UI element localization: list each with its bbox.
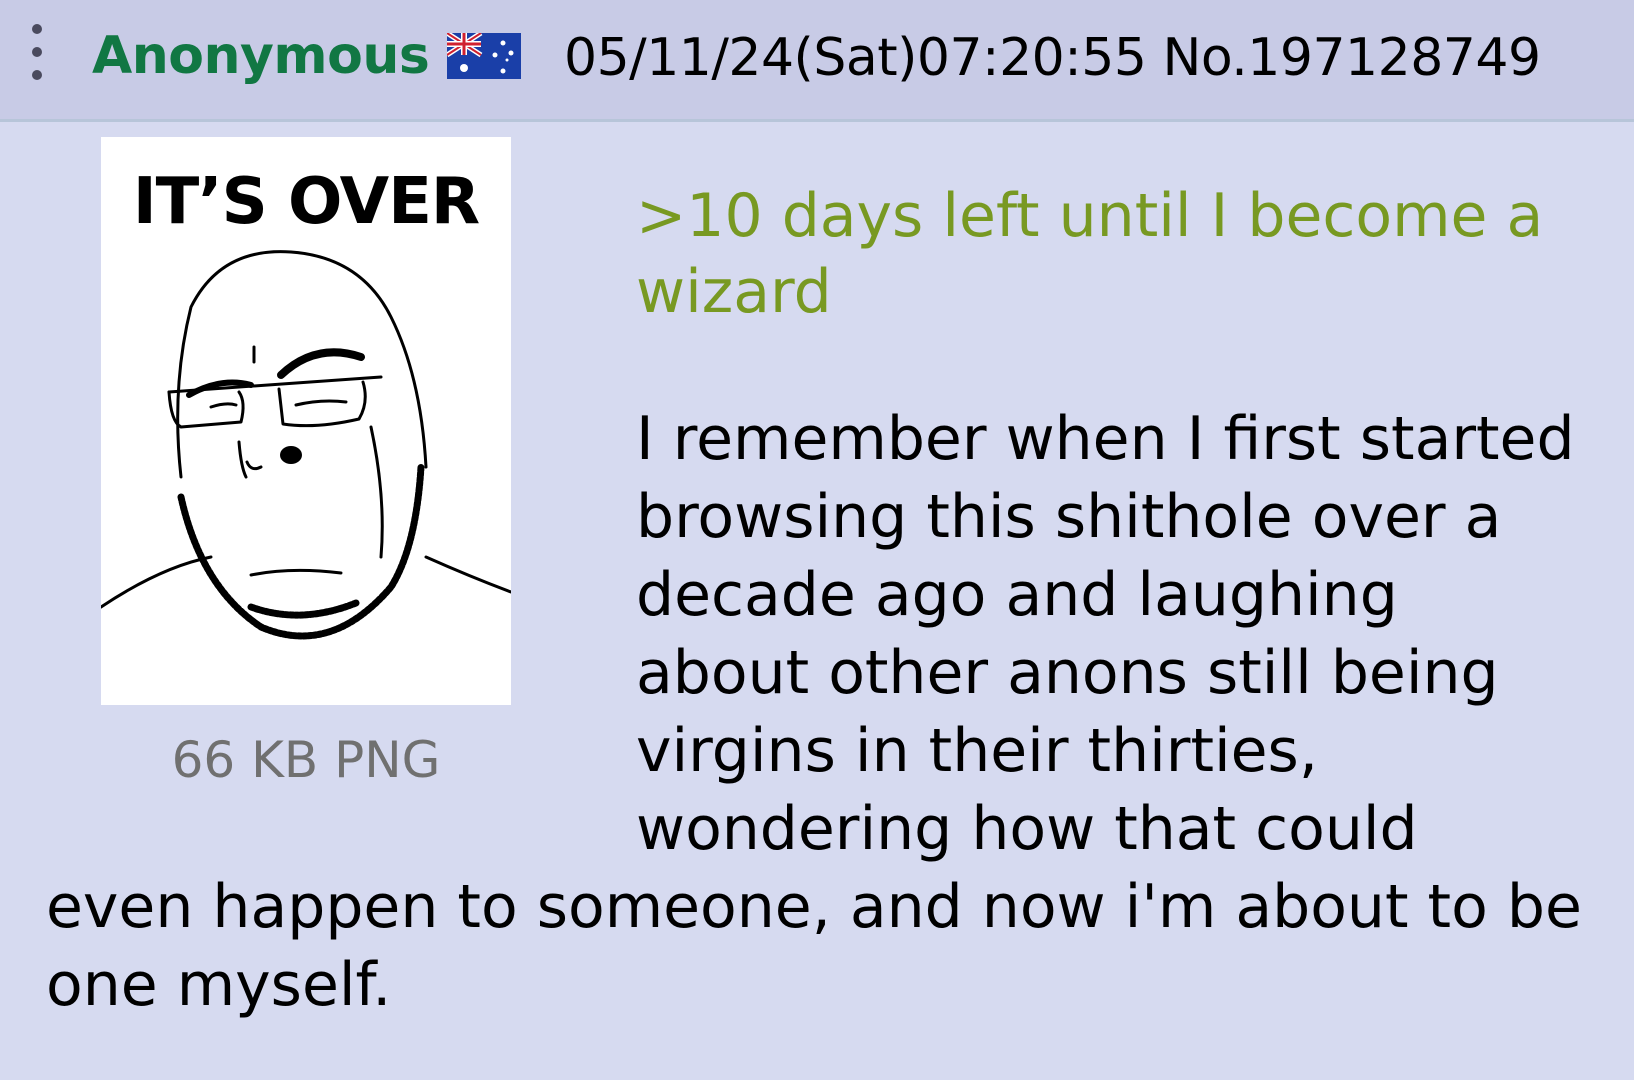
message-line: wondering how that could (636, 794, 1418, 864)
message-line: I remember when I first started (636, 404, 1575, 474)
message-line: about other anons still being (636, 638, 1499, 708)
attachment-thumbnail[interactable]: IT’S OVER (101, 137, 511, 705)
greentext-quote: >10 days left until I become a wizard (636, 181, 1544, 327)
message-line: one myself. (46, 950, 392, 1020)
post-datetime: 05/11/24(Sat)07:20:55 (564, 28, 1147, 88)
australia-flag-icon (447, 33, 521, 79)
post-meta: 05/11/24(Sat)07:20:55 No.197128749 (564, 28, 1541, 88)
message-line: browsing this shithole over a (636, 482, 1502, 552)
poster-name: Anonymous (92, 26, 430, 86)
image-caption: IT’S OVER (132, 165, 480, 239)
more-options-icon[interactable] (28, 24, 46, 80)
message-line: even happen to someone, and now i'm abou… (46, 872, 1582, 942)
message-line: virgins in their thirties, (636, 716, 1318, 786)
post-header: Anonymous 05/11/24(Sat)07:20:55 No.19712… (0, 0, 1634, 122)
message-line: decade ago and laughing (636, 560, 1398, 630)
file-info: 66 KB PNG (171, 731, 441, 789)
post-number[interactable]: No.197128749 (1162, 28, 1541, 88)
